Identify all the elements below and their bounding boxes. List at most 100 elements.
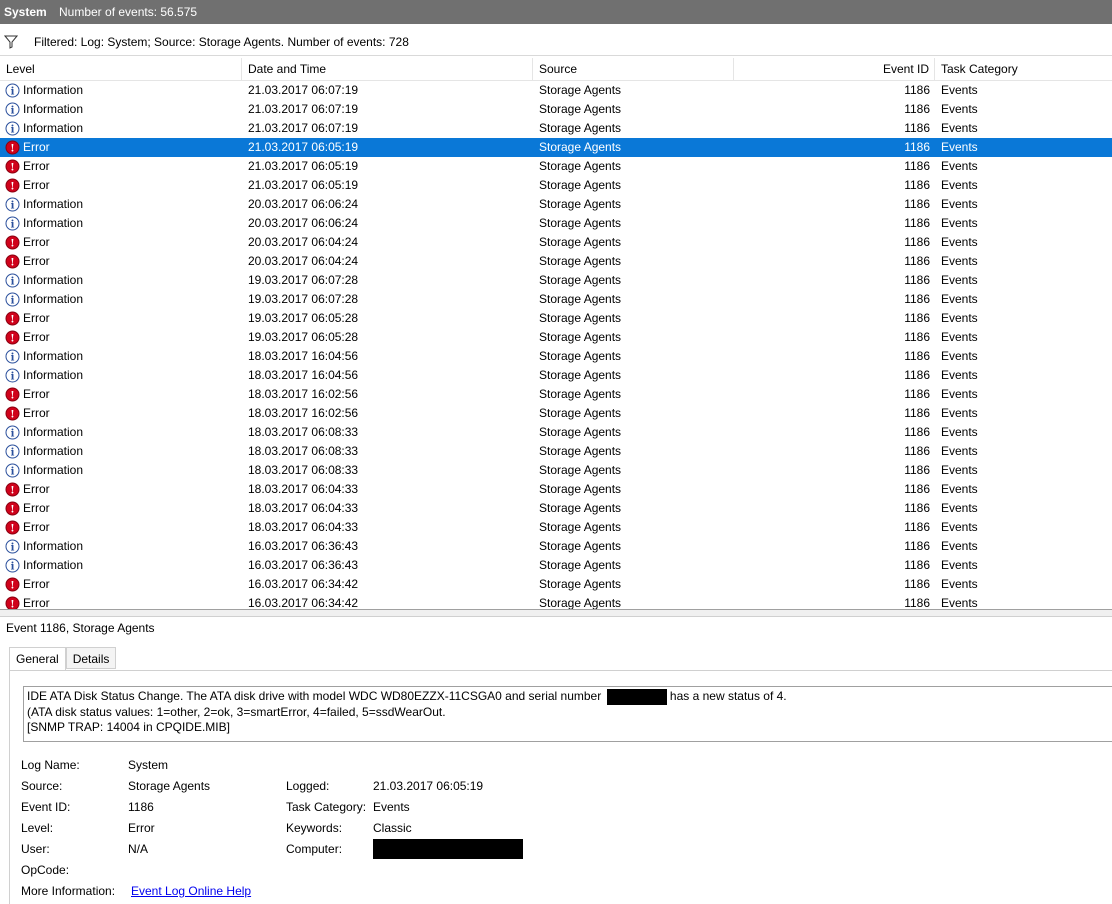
table-row[interactable]: i Information 16.03.2017 06:36:43 Storage A… xyxy=(0,537,1112,556)
level-cell: i Information xyxy=(5,347,83,366)
date-cell: 16.03.2017 06:34:42 xyxy=(248,577,359,591)
task-category-cell: Events xyxy=(941,216,978,230)
level-text: Error xyxy=(23,406,50,420)
error-icon: ! xyxy=(5,406,20,421)
level-cell: ! Error xyxy=(5,480,50,499)
table-row[interactable]: ! Error 18.03.2017 16:02:56 Storage Agents 1… xyxy=(0,385,1112,404)
date-cell: 19.03.2017 06:07:28 xyxy=(248,273,359,287)
svg-text:i: i xyxy=(11,125,15,136)
table-row[interactable]: i Information 19.03.2017 06:07:28 Storage A… xyxy=(0,290,1112,309)
table-row[interactable]: ! Error 20.03.2017 06:04:24 Storage Agents 1… xyxy=(0,233,1112,252)
date-cell: 18.03.2017 16:02:56 xyxy=(248,406,359,420)
information-icon: i xyxy=(5,444,20,459)
tab-general[interactable]: General xyxy=(9,647,66,671)
information-icon: i xyxy=(5,197,20,212)
log-title-bar: System Number of events: 56.575 xyxy=(0,0,1112,24)
date-cell: 19.03.2017 06:05:28 xyxy=(248,330,359,344)
error-icon: ! xyxy=(5,482,20,497)
table-row[interactable]: i Information 19.03.2017 06:07:28 Storage A… xyxy=(0,271,1112,290)
table-row[interactable]: i Information 18.03.2017 16:04:56 Storage A… xyxy=(0,366,1112,385)
column-header-source[interactable]: Source xyxy=(533,58,734,80)
level-cell: ! Error xyxy=(5,309,50,328)
information-icon: i xyxy=(5,292,20,307)
task-category-cell: Events xyxy=(941,140,978,154)
event-id-cell: 1186 xyxy=(904,178,930,192)
tab-details[interactable]: Details xyxy=(65,647,117,669)
event-id-cell: 1186 xyxy=(904,425,930,439)
table-row[interactable]: i Information 18.03.2017 06:08:33 Storage A… xyxy=(0,461,1112,480)
source-cell: Storage Agents xyxy=(539,596,622,610)
user-value: N/A xyxy=(128,842,149,856)
table-row[interactable]: ! Error 21.03.2017 06:05:19 Storage Agents 1… xyxy=(0,176,1112,195)
column-header-event-id[interactable]: Event ID xyxy=(734,58,935,80)
event-id-cell: 1186 xyxy=(904,254,930,268)
log-name-value: System xyxy=(128,758,169,772)
column-header-task-category[interactable]: Task Category xyxy=(935,58,1112,80)
svg-text:!: ! xyxy=(10,600,14,611)
level-text: Information xyxy=(23,216,84,230)
table-row[interactable]: i Information 21.03.2017 06:07:19 Storage A… xyxy=(0,100,1112,119)
table-row[interactable]: i Information 21.03.2017 06:07:19 Storage A… xyxy=(0,119,1112,138)
table-row[interactable]: ! Error 19.03.2017 06:05:28 Storage Agents 1… xyxy=(0,309,1112,328)
date-cell: 20.03.2017 06:06:24 xyxy=(248,197,359,211)
level-text: Error xyxy=(23,482,50,496)
table-row[interactable]: ! Error 18.03.2017 06:04:33 Storage Agents 1… xyxy=(0,518,1112,537)
message-line-2: (ATA disk status values: 1=other, 2=ok, … xyxy=(27,705,446,719)
task-category-cell: Events xyxy=(941,159,978,173)
keywords-value: Classic xyxy=(373,821,412,835)
error-icon: ! xyxy=(5,501,20,516)
table-row[interactable]: ! Error 18.03.2017 16:02:56 Storage Agents 1… xyxy=(0,404,1112,423)
svg-text:i: i xyxy=(11,448,15,459)
error-icon: ! xyxy=(5,311,20,326)
level-cell: i Information xyxy=(5,556,83,575)
table-row[interactable]: ! Error 21.03.2017 06:05:19 Storage Agents 1… xyxy=(0,157,1112,176)
column-header-level[interactable]: Level xyxy=(0,58,242,80)
event-id-cell: 1186 xyxy=(904,520,930,534)
event-message-box[interactable]: IDE ATA Disk Status Change. The ATA disk… xyxy=(23,686,1112,742)
table-row[interactable]: ! Error 20.03.2017 06:04:24 Storage Agents 1… xyxy=(0,252,1112,271)
pane-splitter[interactable] xyxy=(0,610,1112,617)
error-icon: ! xyxy=(5,596,20,611)
event-id-cell: 1186 xyxy=(904,330,930,344)
date-cell: 21.03.2017 06:05:19 xyxy=(248,178,359,192)
table-row[interactable]: i Information 21.03.2017 06:07:19 Storage A… xyxy=(0,81,1112,100)
level-cell: i Information xyxy=(5,214,83,233)
level-cell: ! Error xyxy=(5,233,50,252)
table-row[interactable]: ! Error 21.03.2017 06:05:19 Storage Agents 1… xyxy=(0,138,1112,157)
table-row[interactable]: ! Error 19.03.2017 06:05:28 Storage Agents 1… xyxy=(0,328,1112,347)
level-label: Level: xyxy=(21,821,54,835)
task-category-cell: Events xyxy=(941,482,978,496)
log-name: System xyxy=(4,5,47,19)
table-row[interactable]: ! Error 18.03.2017 06:04:33 Storage Agents 1… xyxy=(0,499,1112,518)
error-icon: ! xyxy=(5,159,20,174)
level-text: Information xyxy=(23,102,84,116)
table-row[interactable]: ! Error 16.03.2017 06:34:42 Storage Agents 1… xyxy=(0,594,1112,611)
table-row[interactable]: i Information 18.03.2017 06:08:33 Storage A… xyxy=(0,442,1112,461)
table-row[interactable]: i Information 16.03.2017 06:36:43 Storage A… xyxy=(0,556,1112,575)
task-category-cell: Events xyxy=(941,197,978,211)
source-cell: Storage Agents xyxy=(539,444,622,458)
logged-value: 21.03.2017 06:05:19 xyxy=(373,779,484,793)
table-row[interactable]: i Information 20.03.2017 06:06:24 Storage A… xyxy=(0,195,1112,214)
event-id-cell: 1186 xyxy=(904,463,930,477)
svg-text:i: i xyxy=(11,106,15,117)
date-cell: 18.03.2017 06:08:33 xyxy=(248,425,359,439)
keywords-label: Keywords: xyxy=(286,821,343,835)
level-cell: ! Error xyxy=(5,518,50,537)
table-row[interactable]: i Information 18.03.2017 16:04:56 Storage A… xyxy=(0,347,1112,366)
table-row[interactable]: ! Error 16.03.2017 06:34:42 Storage Agents 1… xyxy=(0,575,1112,594)
table-row[interactable]: ! Error 18.03.2017 06:04:33 Storage Agents 1… xyxy=(0,480,1112,499)
date-cell: 20.03.2017 06:04:24 xyxy=(248,235,359,249)
event-log-online-help-link[interactable]: Event Log Online Help xyxy=(131,884,251,898)
event-list[interactable]: Level Date and Time Source Event ID Task… xyxy=(0,58,1112,610)
table-row[interactable]: i Information 18.03.2017 06:08:33 Storage A… xyxy=(0,423,1112,442)
svg-text:i: i xyxy=(11,220,15,231)
redacted-serial-number xyxy=(606,689,667,705)
task-category-cell: Events xyxy=(941,273,978,287)
level-text: Information xyxy=(23,463,84,477)
level-cell: i Information xyxy=(5,119,83,138)
table-row[interactable]: i Information 20.03.2017 06:06:24 Storage A… xyxy=(0,214,1112,233)
column-header-date[interactable]: Date and Time xyxy=(242,58,533,80)
level-text: Error xyxy=(23,178,50,192)
level-cell: i Information xyxy=(5,290,83,309)
